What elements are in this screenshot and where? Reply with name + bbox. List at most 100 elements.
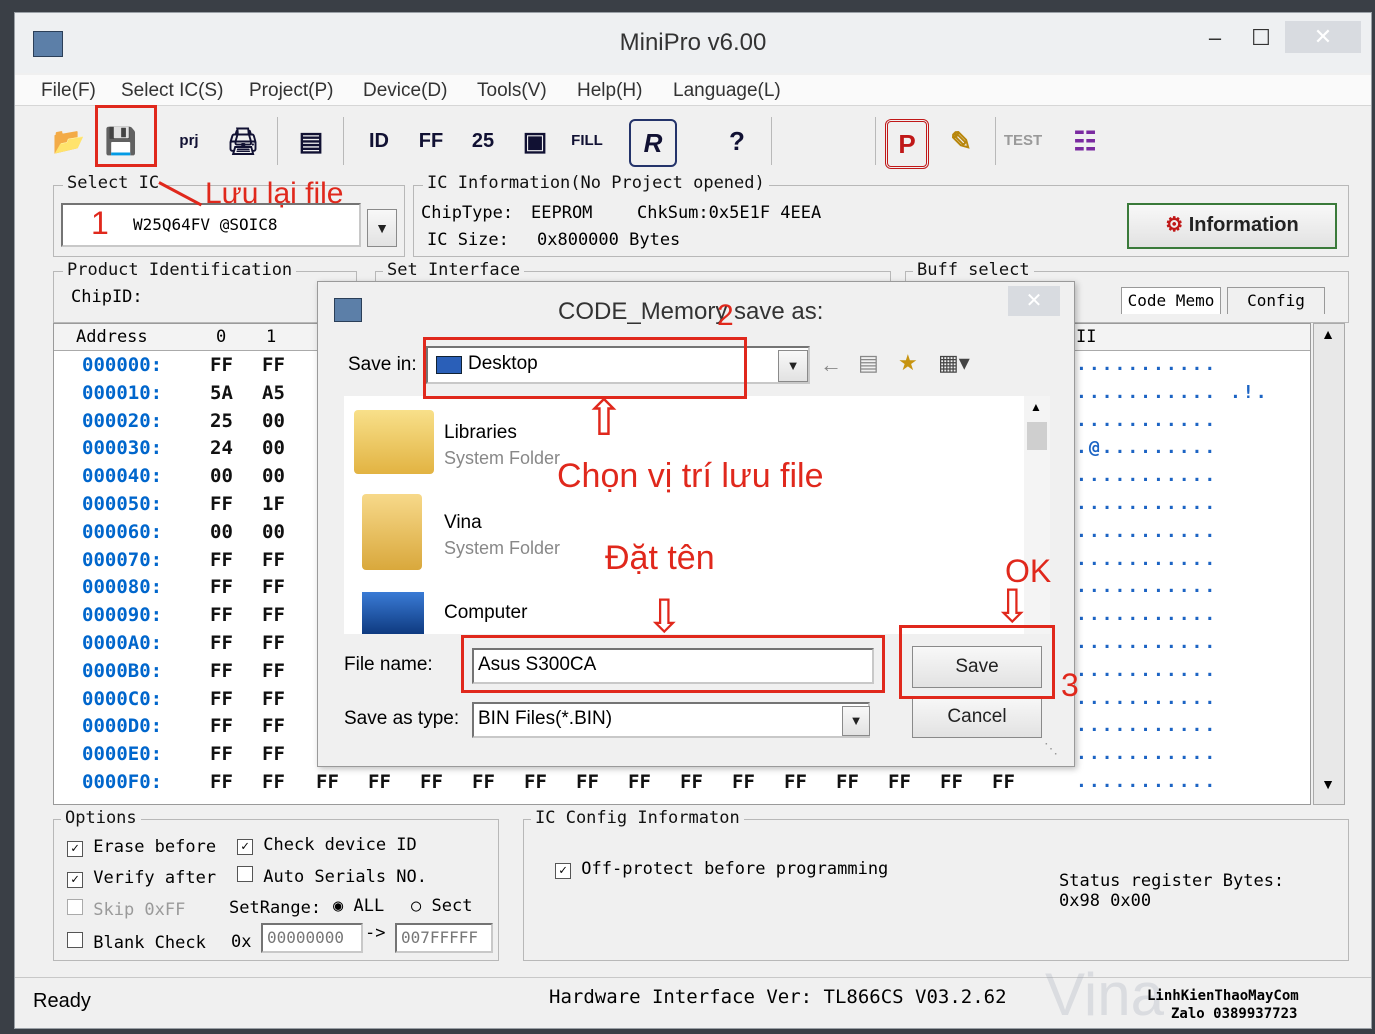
hex-cell[interactable]: FF: [628, 771, 651, 793]
close-button[interactable]: ✕: [1285, 21, 1361, 53]
hex-cell[interactable]: A5: [262, 382, 285, 404]
menu-file[interactable]: File(F): [41, 80, 96, 102]
hex-cell[interactable]: 00: [262, 410, 285, 432]
option-skip-ff[interactable]: Skip 0xFF: [67, 899, 185, 920]
hex-cell[interactable]: FF: [210, 632, 233, 654]
save-in-dropdown-button[interactable]: ▼: [778, 350, 808, 382]
erase-before-checkbox[interactable]: ✓: [67, 841, 83, 857]
hex-cell[interactable]: FF: [262, 576, 285, 598]
option-erase-before[interactable]: ✓ Erase before: [67, 837, 216, 857]
hex-cell[interactable]: 5A: [210, 382, 233, 404]
tab-code-memo[interactable]: Code Memo: [1121, 287, 1221, 314]
scroll-up-icon[interactable]: ▲: [1316, 326, 1340, 350]
hex-cell[interactable]: FF: [262, 549, 285, 571]
range-to-input[interactable]: 007FFFFF: [395, 923, 493, 953]
blank-check-checkbox[interactable]: [67, 932, 83, 948]
hex-cell[interactable]: FF: [368, 771, 391, 793]
program-icon[interactable]: 25: [461, 119, 505, 163]
hex-cell[interactable]: 24: [210, 437, 233, 459]
menu-select-ic[interactable]: Select IC(S): [121, 80, 223, 102]
chip-window-icon[interactable]: ▤: [289, 119, 333, 163]
auto-serials-checkbox[interactable]: [237, 866, 253, 882]
chip-socket-icon[interactable]: ☷: [1063, 119, 1107, 163]
read-id-icon[interactable]: ID: [357, 119, 401, 163]
option-blank-check[interactable]: Blank Check: [67, 932, 206, 953]
hex-cell[interactable]: FF: [210, 576, 233, 598]
option-off-protect[interactable]: ✓ Off-protect before programming: [555, 859, 888, 879]
hex-cell[interactable]: FF: [262, 660, 285, 682]
hex-cell[interactable]: FF: [210, 743, 233, 765]
hex-cell[interactable]: 00: [210, 521, 233, 543]
hex-cell[interactable]: FF: [992, 771, 1015, 793]
hex-cell[interactable]: FF: [732, 771, 755, 793]
hex-cell[interactable]: FF: [524, 771, 547, 793]
save-as-icon[interactable]: 🖨: [221, 119, 265, 163]
dialog-close-button[interactable]: ✕: [1008, 286, 1060, 316]
hex-cell[interactable]: 25: [210, 410, 233, 432]
read-icon[interactable]: R: [629, 119, 677, 167]
hex-cell[interactable]: FF: [210, 604, 233, 626]
off-protect-checkbox[interactable]: ✓: [555, 863, 571, 879]
menu-tools[interactable]: Tools(V): [477, 80, 547, 102]
verify-icon[interactable]: ▣: [513, 119, 557, 163]
hex-cell[interactable]: 00: [210, 465, 233, 487]
scroll-down-icon[interactable]: ▼: [1316, 776, 1340, 800]
minimize-button[interactable]: –: [1195, 25, 1235, 51]
file-item-name[interactable]: Libraries: [444, 422, 517, 444]
skip-ff-checkbox[interactable]: [67, 899, 83, 915]
hex-cell[interactable]: FF: [420, 771, 443, 793]
save-project-icon[interactable]: prj: [167, 119, 211, 163]
hex-cell[interactable]: FF: [262, 715, 285, 737]
hex-cell[interactable]: FF: [888, 771, 911, 793]
range-from-input[interactable]: 00000000: [261, 923, 363, 953]
resize-grip-icon[interactable]: ⋱: [1044, 740, 1058, 757]
new-folder-icon[interactable]: ★: [898, 350, 918, 376]
hex-cell[interactable]: FF: [210, 493, 233, 515]
hex-cell[interactable]: FF: [576, 771, 599, 793]
maximize-button[interactable]: ☐: [1241, 25, 1281, 51]
hex-cell[interactable]: 00: [262, 521, 285, 543]
hex-cell[interactable]: FF: [262, 743, 285, 765]
file-item-name[interactable]: Computer: [444, 602, 527, 624]
menu-help[interactable]: Help(H): [577, 80, 642, 102]
hex-cell[interactable]: FF: [784, 771, 807, 793]
open-folder-icon[interactable]: 📂: [47, 119, 91, 163]
scroll-thumb[interactable]: [1027, 422, 1047, 450]
up-folder-icon[interactable]: ▤: [858, 350, 879, 376]
tab-config[interactable]: Config: [1227, 287, 1325, 314]
menu-language[interactable]: Language(L): [673, 80, 781, 102]
edit-note-icon[interactable]: ✎: [939, 119, 983, 163]
hex-cell[interactable]: 00: [262, 465, 285, 487]
ic-dropdown-button[interactable]: ▼: [367, 209, 397, 247]
hex-cell[interactable]: 1F: [262, 493, 285, 515]
scroll-up-icon[interactable]: ▲: [1030, 400, 1042, 414]
option-auto-serials[interactable]: Auto Serials NO.: [237, 866, 427, 887]
option-verify-after[interactable]: ✓ Verify after: [67, 868, 216, 888]
view-menu-icon[interactable]: ▦▾: [938, 350, 970, 376]
test-icon[interactable]: TEST: [1001, 119, 1045, 163]
hex-cell[interactable]: FF: [262, 632, 285, 654]
verify-after-checkbox[interactable]: ✓: [67, 872, 83, 888]
cancel-button[interactable]: Cancel: [912, 696, 1042, 738]
save-as-type-select[interactable]: BIN Files(*.BIN): [472, 702, 870, 738]
production-mode-icon[interactable]: P: [885, 119, 929, 169]
hex-cell[interactable]: FF: [210, 660, 233, 682]
hex-cell[interactable]: FF: [210, 549, 233, 571]
file-item-name[interactable]: Vina: [444, 512, 482, 534]
check-device-id-checkbox[interactable]: ✓: [237, 839, 253, 855]
range-all-radio[interactable]: ◉ ALL: [333, 896, 384, 916]
hex-cell[interactable]: FF: [210, 354, 233, 376]
hex-cell[interactable]: 00: [262, 437, 285, 459]
back-arrow-icon[interactable]: ←: [820, 352, 842, 378]
hex-cell[interactable]: FF: [262, 771, 285, 793]
hex-cell[interactable]: FF: [262, 604, 285, 626]
hex-cell[interactable]: FF: [680, 771, 703, 793]
hex-cell[interactable]: FF: [940, 771, 963, 793]
file-list[interactable]: Libraries System Folder Vina System Fold…: [344, 396, 1050, 634]
vertical-scrollbar[interactable]: ▲ ▼: [1313, 323, 1345, 805]
hex-cell[interactable]: FF: [210, 771, 233, 793]
hex-cell[interactable]: FF: [210, 715, 233, 737]
option-check-device-id[interactable]: ✓ Check device ID: [237, 835, 417, 855]
information-button[interactable]: ⚙ Information: [1127, 203, 1337, 249]
erase-icon[interactable]: FF: [409, 119, 453, 163]
